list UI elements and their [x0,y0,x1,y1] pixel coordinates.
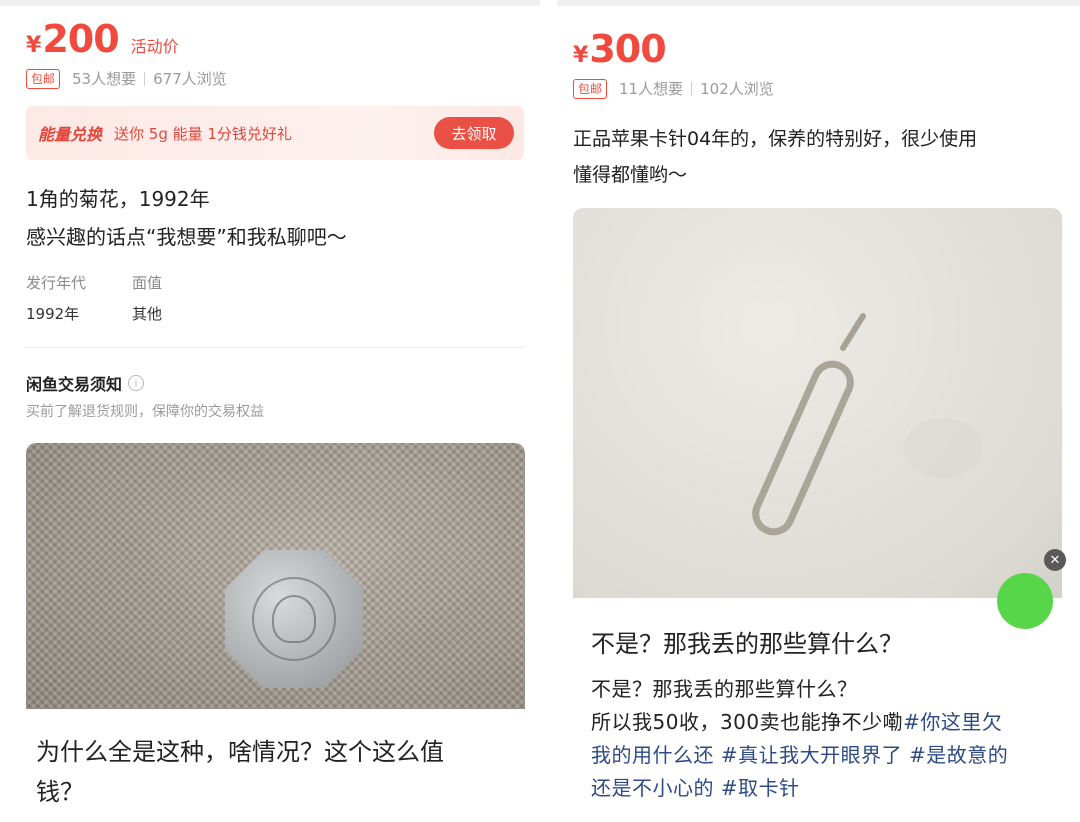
attribute-label-denomination: 面值 [132,274,163,292]
price-row: ¥ 200 活动价 [26,20,179,58]
panel-gap [540,0,557,822]
hashtag-link[interactable]: 我的用什么还 #真让我大开眼界了 #是故意的 [591,743,1008,767]
wants-count: 11人想要 [619,80,684,98]
left-post-panel: ¥ 200 活动价 包邮 53人想要 677人浏览 能量兑换 送你 5g 能量 … [0,0,540,822]
claim-button[interactable]: 去领取 [434,117,514,149]
description-line: 懂得都懂哟～ [573,164,688,186]
description-line: 1角的菊花，1992年 [26,187,210,211]
coin-photo[interactable] [26,443,525,709]
listing-meta: 包邮 53人想要 677人浏览 [26,68,227,89]
caption-line: 还是不小心的 #取卡针 [591,772,800,801]
section-divider [26,347,525,348]
trade-notice-title[interactable]: 闲鱼交易须知 i [26,371,145,395]
hashtag-link[interactable]: 还是不小心的 #取卡针 [591,776,800,800]
caption-text: 所以我50收，300卖也能挣不少嘞 [591,710,904,734]
caption-line: 所以我50收，300卖也能挣不少嘞#你这里欠 [591,706,1002,735]
energy-desc: 送你 5g 能量 1分钱兑好礼 [114,124,292,143]
right-post-panel: ¥ 300 包邮 11人想要 102人浏览 正品苹果卡针04年的，保养的特别好，… [557,0,1080,822]
energy-title: 能量兑换 [38,125,103,144]
floating-green-badge[interactable] [997,573,1053,629]
trade-notice-subtitle: 买前了解退货规则，保障你的交易权益 [26,404,264,420]
caption-line: 我的用什么还 #真让我大开眼界了 #是故意的 [591,739,1008,768]
caption-line: 钱？ [36,778,84,806]
sim-ejector-photo[interactable] [573,208,1062,598]
coin-image [224,549,364,689]
coin-emblem [272,595,316,643]
caption-title: 不是？那我丢的那些算什么？ [591,630,903,658]
listing-meta: 包邮 11人想要 102人浏览 [573,78,774,99]
hashtag-link[interactable]: #你这里欠 [903,710,1002,734]
currency-symbol: ¥ [26,33,42,58]
wants-count: 53人想要 [72,70,137,88]
views-count: 102人浏览 [700,80,774,98]
description-line: 感兴趣的话点“我想要”和我私聊吧～ [26,225,347,249]
info-icon[interactable]: i [128,375,145,391]
meta-divider [691,81,693,96]
activity-price-label: 活动价 [130,37,179,56]
price-row: ¥ 300 [573,27,667,71]
price-amount: 200 [42,17,119,61]
trade-notice-title-text: 闲鱼交易须知 [26,375,123,394]
top-edge [0,0,540,6]
top-edge [557,0,1080,6]
currency-symbol: ¥ [573,43,589,68]
caption-line: 不是？那我丢的那些算什么？ [591,673,858,702]
sim-ejector-pin-icon [752,313,983,536]
attribute-label-year: 发行年代 [26,274,87,292]
attribute-value-year: 1992年 [26,305,80,323]
description-line: 正品苹果卡针04年的，保养的特别好，很少使用 [573,128,978,150]
energy-exchange-banner[interactable]: 能量兑换 送你 5g 能量 1分钱兑好礼 去领取 [26,106,524,160]
attribute-value-denomination: 其他 [132,305,163,323]
price-amount: 300 [589,27,666,71]
caption-text: 不是？那我丢的那些算什么？ [591,677,858,701]
close-icon[interactable]: ✕ [1044,549,1066,571]
meta-divider [144,71,146,86]
free-shipping-badge: 包邮 [26,68,61,89]
caption-line: 为什么全是这种，啥情况？这个这么值 [36,738,444,766]
views-count: 677人浏览 [153,70,227,88]
free-shipping-badge: 包邮 [573,78,608,99]
